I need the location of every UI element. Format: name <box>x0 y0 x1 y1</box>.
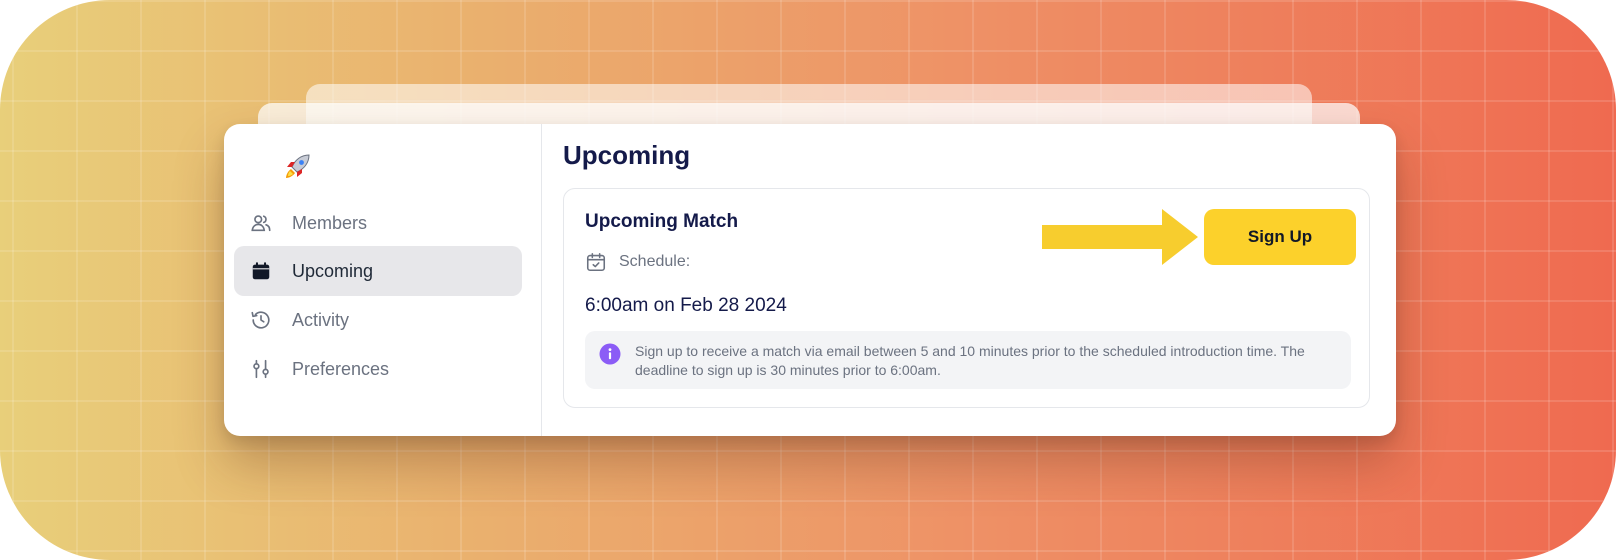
sliders-icon <box>250 358 272 380</box>
main-content: Upcoming Upcoming Match Schedule: 6:00am… <box>542 124 1396 436</box>
match-title: Upcoming Match <box>585 211 739 232</box>
sidebar: Members Upcoming Activity Preferences <box>224 124 542 436</box>
info-icon <box>599 343 621 365</box>
arrow-right-icon <box>1042 209 1198 265</box>
sidebar-item-upcoming[interactable]: Upcoming <box>234 246 522 296</box>
sidebar-item-preferences[interactable]: Preferences <box>234 344 522 394</box>
history-icon <box>250 309 272 331</box>
sign-up-button[interactable]: Sign Up <box>1204 209 1356 265</box>
sidebar-item-activity[interactable]: Activity <box>234 295 522 345</box>
schedule-label: Schedule: <box>619 253 691 270</box>
page-title: Upcoming <box>563 140 691 170</box>
sidebar-item-label: Preferences <box>292 358 390 379</box>
info-callout: Sign up to receive a match via email bet… <box>585 331 1351 389</box>
schedule-row: Schedule: <box>585 251 690 273</box>
sidebar-item-members[interactable]: Members <box>234 198 522 248</box>
calendar-icon <box>250 260 272 282</box>
sidebar-item-label: Activity <box>292 309 350 330</box>
app-window: Members Upcoming Activity Preferences Up… <box>224 124 1396 436</box>
sidebar-item-label: Members <box>292 212 368 233</box>
schedule-datetime: 6:00am on Feb 28 2024 <box>585 295 787 316</box>
upcoming-match-panel: Upcoming Match Schedule: 6:00am on Feb 2… <box>563 188 1370 408</box>
info-text: Sign up to receive a match via email bet… <box>635 343 1305 378</box>
sidebar-item-label: Upcoming <box>292 260 374 281</box>
members-icon <box>250 212 272 234</box>
rocket-icon[interactable] <box>282 152 312 182</box>
calendar-check-icon <box>585 251 607 273</box>
gradient-background: Members Upcoming Activity Preferences Up… <box>0 0 1616 560</box>
